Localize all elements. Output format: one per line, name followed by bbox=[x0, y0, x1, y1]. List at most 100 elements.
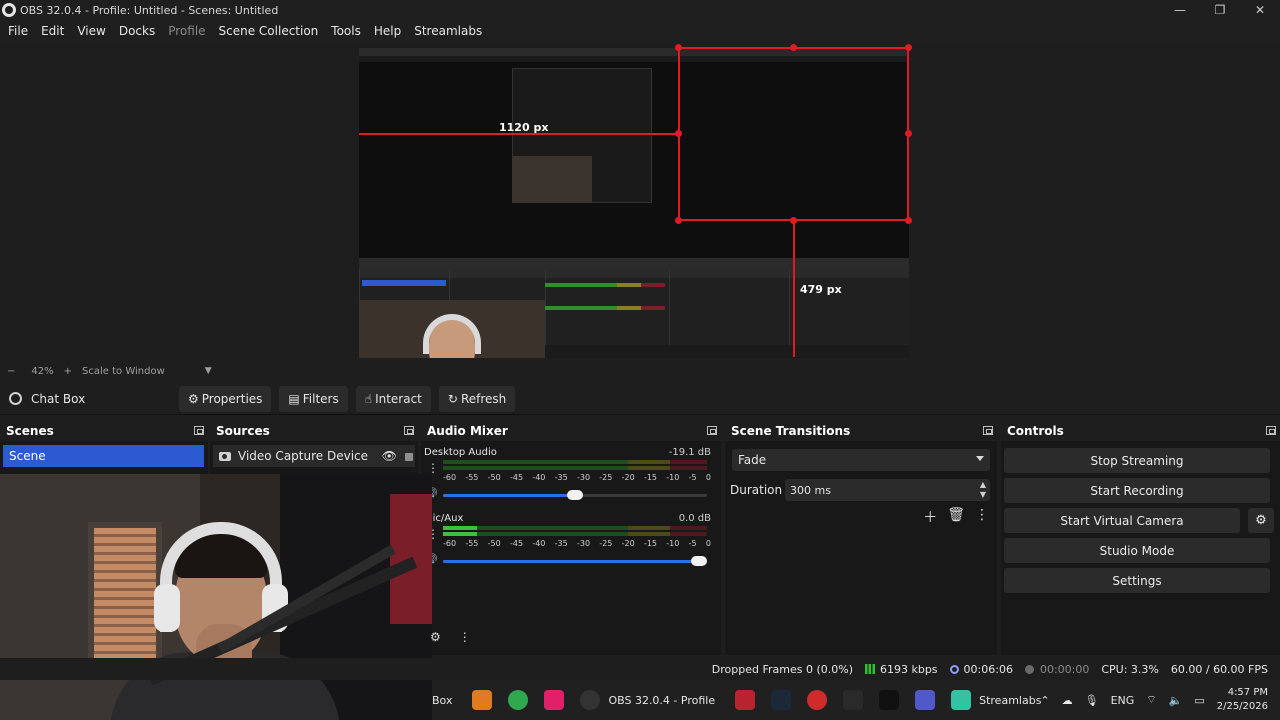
transition-select[interactable]: Fade bbox=[732, 449, 990, 471]
hand-pointer-icon: ☝ bbox=[364, 391, 373, 406]
meter-ticks: -60 -55 -50 -45 -40 -35 -30 -25 -20 -15 -10 -5 0 bbox=[443, 473, 711, 482]
voicemeeter-icon[interactable] bbox=[735, 690, 756, 710]
volume-slider[interactable] bbox=[443, 556, 708, 566]
menu-streamlabs[interactable]: Streamlabs bbox=[410, 24, 486, 38]
steam-icon[interactable] bbox=[771, 690, 792, 710]
chevron-down-icon[interactable]: ▼ bbox=[205, 366, 212, 376]
settings-button[interactable]: Settings bbox=[1004, 568, 1270, 593]
wifi-icon[interactable]: ⌔ bbox=[1146, 693, 1156, 707]
tick: 0 bbox=[705, 539, 711, 548]
properties-button[interactable]: ⚙ Properties bbox=[179, 385, 272, 412]
trash-icon[interactable]: 🗑 bbox=[947, 507, 965, 527]
start-virtual-camera-button[interactable]: Start Virtual Camera bbox=[1004, 508, 1240, 533]
eye-icon[interactable]: 👁 bbox=[382, 449, 397, 463]
resize-handle-br[interactable] bbox=[905, 217, 912, 224]
minimize-button[interactable]: — bbox=[1160, 0, 1200, 20]
resize-handle-bm[interactable] bbox=[790, 217, 797, 224]
streamlabs-icon[interactable] bbox=[951, 690, 972, 710]
gear-icon[interactable]: ⚙ bbox=[1248, 508, 1274, 533]
filters-button[interactable]: ▤ Filters bbox=[279, 385, 348, 412]
tick: -40 bbox=[532, 539, 546, 548]
game-app-icon[interactable] bbox=[807, 690, 828, 710]
taskbar-clipped-label[interactable]: Box bbox=[432, 694, 452, 707]
duration-input[interactable]: 300 ms ▲ ▼ bbox=[785, 479, 990, 501]
gear-icon: ⚙ bbox=[188, 391, 199, 406]
rec-time-value: 00:00:00 bbox=[1039, 662, 1090, 676]
clock-date: 2/25/2026 bbox=[1216, 701, 1268, 712]
undock-icon[interactable] bbox=[194, 426, 204, 435]
zoom-in-button[interactable]: + bbox=[64, 366, 72, 377]
tick: 0 bbox=[705, 473, 711, 482]
menu-profile[interactable]: Profile bbox=[164, 24, 209, 38]
close-button[interactable]: ✕ bbox=[1240, 0, 1280, 20]
volume-meter bbox=[443, 526, 707, 530]
epic-games-icon[interactable] bbox=[843, 690, 864, 710]
studio-mode-button[interactable]: Studio Mode bbox=[1004, 538, 1270, 563]
resize-handle-tm[interactable] bbox=[790, 44, 797, 51]
scene-transitions-title: Scene Transitions bbox=[731, 424, 851, 438]
resize-handle-tl[interactable] bbox=[675, 44, 682, 51]
menu-tools[interactable]: Tools bbox=[327, 24, 365, 38]
lock-icon[interactable] bbox=[405, 453, 413, 461]
undock-icon[interactable] bbox=[707, 426, 717, 435]
interact-button[interactable]: ☝ Interact bbox=[355, 385, 431, 412]
speaker-icon[interactable]: 🔈 bbox=[1169, 694, 1183, 707]
scene-item[interactable]: Scene bbox=[3, 445, 204, 467]
stream-icon bbox=[949, 664, 959, 674]
stop-streaming-button[interactable]: Stop Streaming bbox=[1004, 448, 1270, 473]
tick: -30 bbox=[576, 473, 591, 482]
advanced-audio-icon[interactable]: ⚙ bbox=[430, 630, 441, 644]
teams-icon[interactable] bbox=[915, 690, 936, 710]
stream-time-value: 00:06:06 bbox=[963, 662, 1013, 676]
tiktok-icon[interactable] bbox=[879, 690, 900, 710]
menu-file[interactable]: File bbox=[4, 24, 32, 38]
tiktok-studio-icon[interactable] bbox=[544, 690, 565, 710]
volume-slider[interactable] bbox=[443, 490, 707, 500]
obs-taskbar-label[interactable]: OBS 32.0.4 - Profile bbox=[608, 694, 715, 707]
cpu-usage: CPU: 3.3% bbox=[1101, 662, 1159, 676]
spinner-icon[interactable]: ▲ ▼ bbox=[980, 480, 986, 500]
tick: -10 bbox=[666, 539, 680, 548]
channel-menu-icon[interactable]: ⋮ bbox=[427, 461, 439, 475]
zoom-out-button[interactable]: − bbox=[7, 366, 15, 377]
mic-icon[interactable]: 🎙 bbox=[1085, 694, 1099, 707]
source-item[interactable]: Video Capture Device 👁 bbox=[213, 445, 415, 467]
cloud-icon[interactable]: ☁ bbox=[1062, 694, 1073, 707]
clock[interactable]: 4:57 PM 2/25/2026 bbox=[1217, 686, 1268, 714]
nested-meter-1 bbox=[545, 283, 665, 287]
signal-icon bbox=[864, 664, 875, 674]
chevron-up-icon[interactable]: ⌃ bbox=[1040, 694, 1049, 707]
start-recording-button[interactable]: Start Recording bbox=[1004, 478, 1270, 503]
menu-view[interactable]: View bbox=[73, 24, 109, 38]
zoom-mode-select[interactable]: Scale to Window bbox=[82, 366, 165, 377]
fps: 60.00 / 60.00 FPS bbox=[1170, 662, 1268, 676]
color-app-icon[interactable] bbox=[472, 690, 493, 710]
more-icon[interactable]: ⋮ bbox=[459, 630, 471, 644]
maximize-button[interactable]: ❐ bbox=[1200, 0, 1240, 20]
resize-handle-ml[interactable] bbox=[675, 130, 682, 137]
resize-handle-mr[interactable] bbox=[905, 130, 912, 137]
undock-icon[interactable] bbox=[1266, 426, 1276, 435]
menu-docks[interactable]: Docks bbox=[115, 24, 159, 38]
streamlabs-label[interactable]: Streamlabs bbox=[979, 694, 1041, 707]
undock-icon[interactable] bbox=[983, 426, 993, 435]
refresh-button[interactable]: ↻ Refresh bbox=[438, 385, 516, 412]
menu-help[interactable]: Help bbox=[370, 24, 405, 38]
duration-value: 300 ms bbox=[790, 483, 831, 497]
audio-mixer-title: Audio Mixer bbox=[427, 424, 508, 438]
clock-time: 4:57 PM bbox=[1227, 687, 1268, 698]
menu-scene-collection[interactable]: Scene Collection bbox=[215, 24, 323, 38]
width-label: 1120 px bbox=[499, 121, 549, 134]
resize-handle-tr[interactable] bbox=[905, 44, 912, 51]
torrent-app-icon[interactable] bbox=[508, 690, 529, 710]
menu-edit[interactable]: Edit bbox=[37, 24, 68, 38]
obs-taskbar-icon[interactable] bbox=[580, 690, 601, 710]
undock-icon[interactable] bbox=[404, 426, 414, 435]
resize-handle-bl[interactable] bbox=[675, 217, 682, 224]
more-icon[interactable]: ⋮ bbox=[975, 507, 989, 527]
language-indicator[interactable]: ENG bbox=[1111, 694, 1135, 707]
battery-icon[interactable]: ▭ bbox=[1194, 694, 1204, 707]
selection-box[interactable] bbox=[678, 47, 909, 221]
window-controls: — ❐ ✕ bbox=[1160, 0, 1280, 20]
plus-icon[interactable]: ＋ bbox=[923, 507, 937, 527]
